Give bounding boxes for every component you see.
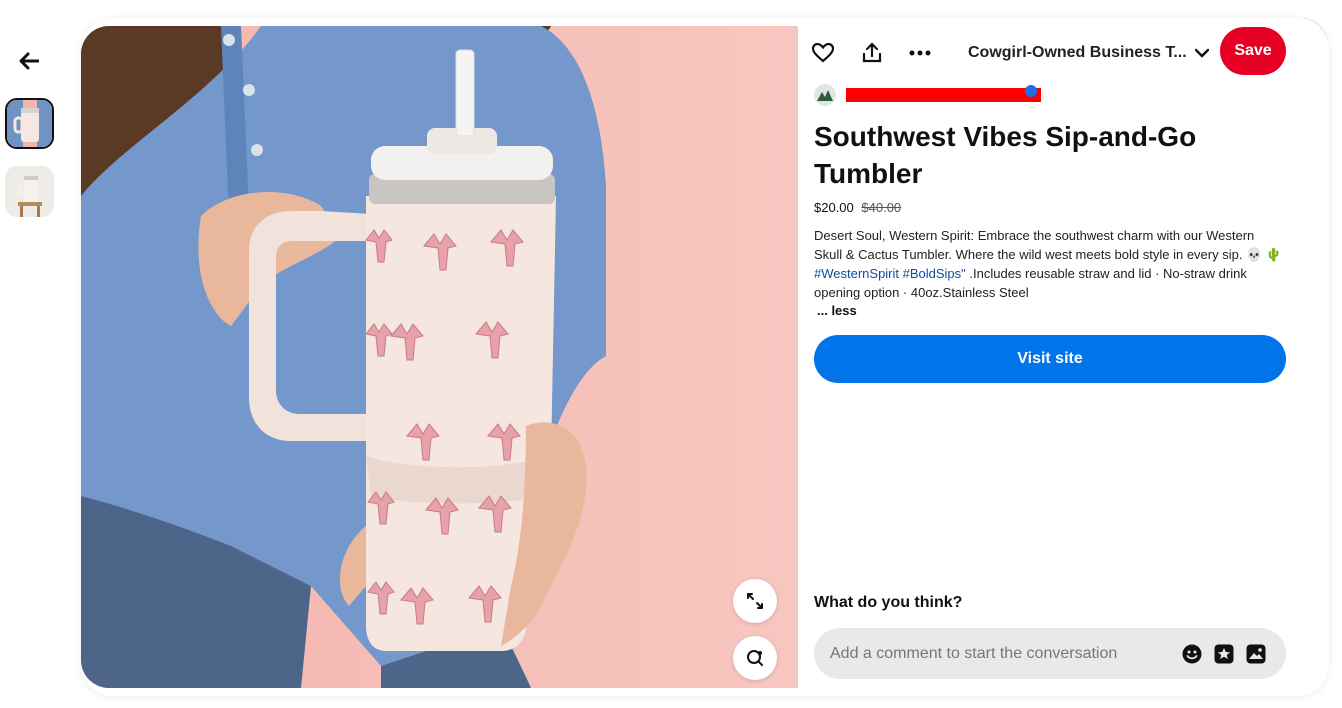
comment-composer bbox=[814, 628, 1286, 679]
back-button[interactable] bbox=[14, 46, 44, 76]
redacted-author-name bbox=[846, 85, 1041, 102]
board-name: Cowgirl-Owned Business T... bbox=[968, 44, 1187, 61]
visit-site-button[interactable]: Visit site bbox=[814, 335, 1286, 383]
current-price: $20.00 bbox=[814, 200, 854, 215]
arrow-left-icon bbox=[19, 52, 39, 70]
pin-details-panel: Cowgirl-Owned Business T... Save Southwe… bbox=[798, 18, 1302, 696]
comments-heading: What do you think? bbox=[814, 594, 963, 611]
thumbnail-image bbox=[7, 100, 52, 147]
expand-arrows-icon bbox=[747, 593, 763, 609]
original-price: $40.00 bbox=[861, 200, 902, 215]
board-selector[interactable]: Cowgirl-Owned Business T... bbox=[968, 40, 1209, 66]
chevron-down-icon bbox=[1194, 48, 1209, 58]
pin-description: Desert Soul, Western Spirit: Embrace the… bbox=[814, 226, 1286, 302]
heart-icon bbox=[812, 43, 834, 63]
show-less-link[interactable]: ... less bbox=[817, 303, 857, 318]
share-upload-icon bbox=[862, 43, 882, 63]
sticker-button[interactable] bbox=[1210, 640, 1238, 668]
more-options-button[interactable] bbox=[905, 38, 935, 68]
comment-input[interactable] bbox=[830, 644, 1174, 663]
save-button[interactable]: Save bbox=[1220, 27, 1286, 75]
expand-button[interactable] bbox=[733, 579, 777, 623]
pin-image[interactable] bbox=[81, 26, 798, 688]
price: $20.00 $40.00 bbox=[814, 200, 901, 215]
verified-badge-icon bbox=[1025, 85, 1037, 97]
emoji-button[interactable] bbox=[1178, 640, 1206, 668]
description-text: Desert Soul, Western Spirit: Embrace the… bbox=[814, 228, 1283, 262]
product-photo bbox=[81, 26, 606, 688]
more-dots-icon bbox=[909, 50, 931, 56]
mountain-logo-icon bbox=[817, 90, 833, 101]
thumbnail-woman-holding-tumbler[interactable] bbox=[5, 98, 54, 149]
share-button[interactable] bbox=[857, 38, 887, 68]
thumbnail-tumbler-on-stand[interactable] bbox=[5, 166, 54, 217]
visual-search-icon bbox=[747, 650, 763, 666]
emoji-icon bbox=[1182, 644, 1202, 663]
pin-closeup-card: Cowgirl-Owned Business T... Save Southwe… bbox=[81, 18, 1329, 696]
hashtag-links[interactable]: #WesternSpirit #BoldSips" bbox=[814, 266, 966, 281]
sticker-star-icon bbox=[1214, 644, 1234, 663]
pin-title: Southwest Vibes Sip-and-Go Tumbler bbox=[814, 121, 1197, 189]
pin-author[interactable] bbox=[814, 84, 1041, 106]
thumbnail-image bbox=[5, 166, 54, 217]
like-button[interactable] bbox=[808, 38, 838, 68]
image-icon bbox=[1246, 644, 1266, 663]
visual-search-button[interactable] bbox=[733, 636, 777, 680]
image-upload-button[interactable] bbox=[1242, 640, 1270, 668]
avatar[interactable] bbox=[814, 84, 836, 106]
